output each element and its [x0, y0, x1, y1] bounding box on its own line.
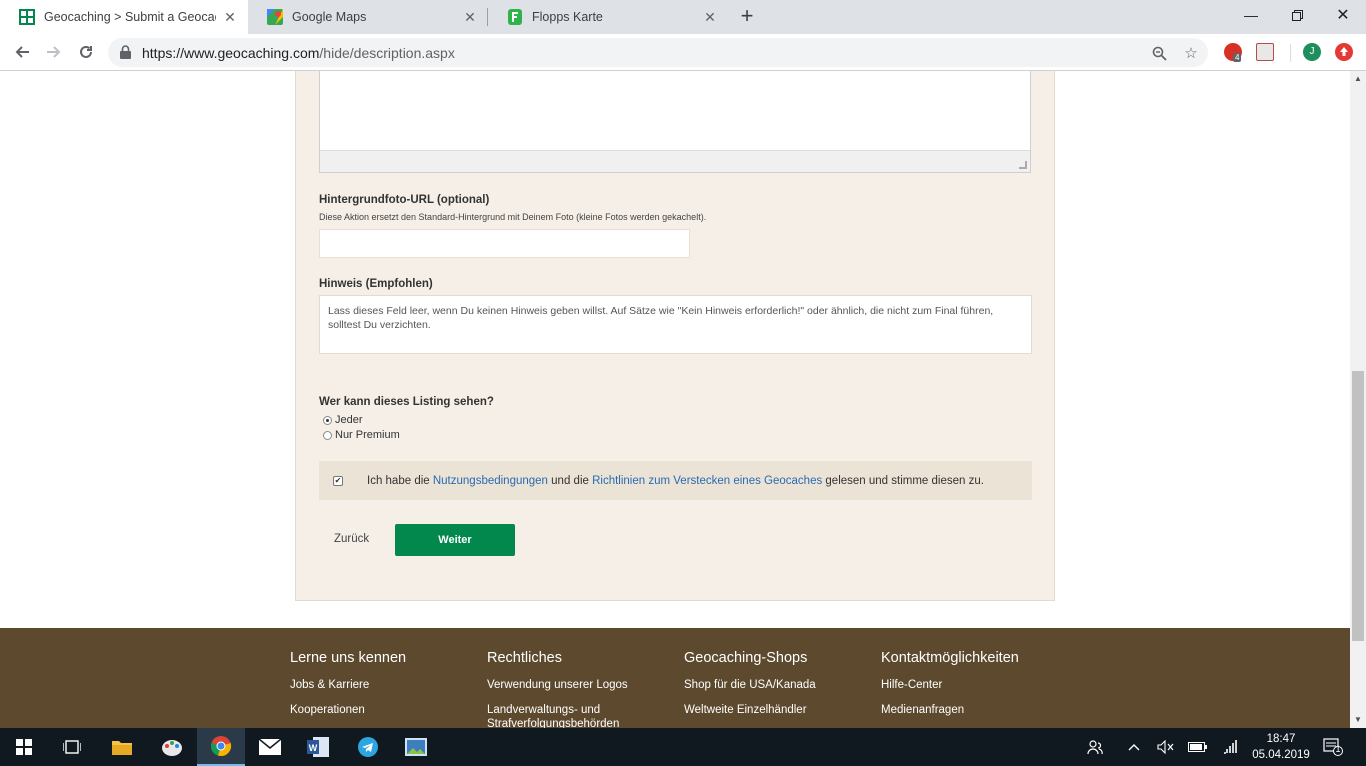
address-bar[interactable]: https://www.geocaching.com/hide/descript… — [108, 38, 1208, 67]
clock-time: 18:47 — [1266, 733, 1296, 745]
footer-link[interactable]: Shop für die USA/Kanada — [684, 678, 844, 692]
reload-icon[interactable] — [74, 40, 98, 64]
textarea-footer — [320, 150, 1030, 172]
tab-title: Google Maps — [292, 10, 367, 24]
radio-label: Jeder — [335, 414, 363, 426]
page-content: Hintergrundfoto-URL (optional) Diese Akt… — [0, 71, 1350, 728]
back-arrow-icon[interactable] — [10, 40, 34, 64]
close-icon[interactable]: ✕ — [702, 9, 718, 25]
close-icon[interactable]: ✕ — [462, 9, 478, 25]
profile-avatar[interactable]: J — [1303, 43, 1321, 61]
tab-title: Geocaching > Submit a Geocach — [44, 10, 216, 24]
footer-column-about: Lerne uns kennen Jobs & Karriere Koopera… — [290, 650, 450, 728]
footer-link[interactable]: Landverwaltungs- und Strafverfolgungsbeh… — [487, 703, 647, 728]
bookmark-star-icon[interactable]: ☆ — [1181, 43, 1201, 63]
word-icon[interactable]: W — [294, 728, 342, 766]
footer-link[interactable]: Medienanfragen — [881, 703, 1041, 717]
site-footer: Lerne uns kennen Jobs & Karriere Koopera… — [0, 628, 1350, 728]
scroll-down-icon[interactable]: ▼ — [1350, 712, 1366, 728]
paint-icon[interactable] — [148, 728, 196, 766]
extension-badge: 4 — [1233, 53, 1242, 62]
hint-label: Hinweis (Empfohlen) — [319, 278, 433, 290]
zoom-icon[interactable] — [1149, 43, 1169, 63]
photos-icon[interactable] — [392, 728, 440, 766]
next-button[interactable]: Weiter — [395, 524, 515, 556]
footer-column-legal: Rechtliches Verwendung unserer Logos Lan… — [487, 650, 647, 728]
clock-date: 05.04.2019 — [1252, 749, 1310, 761]
taskbar-clock[interactable]: 18:47 05.04.2019 — [1248, 731, 1314, 763]
windows-taskbar: W 18:47 05.04.2019 1 — [0, 728, 1366, 766]
pdf-extension-icon[interactable] — [1256, 43, 1274, 61]
new-tab-icon[interactable]: + — [737, 5, 757, 27]
mail-icon[interactable] — [246, 728, 294, 766]
radio-label: Nur Premium — [335, 429, 400, 441]
tab-strip: Geocaching > Submit a Geocach ✕ Google M… — [0, 0, 1366, 34]
chevron-up-icon[interactable] — [1124, 737, 1144, 757]
notification-center-icon[interactable]: 1 — [1323, 737, 1343, 757]
update-icon[interactable] — [1335, 43, 1353, 61]
flopps-icon — [508, 9, 522, 25]
geocaching-icon — [19, 9, 35, 25]
google-maps-icon — [267, 9, 283, 25]
footer-heading: Rechtliches — [487, 650, 562, 666]
footer-column-contact: Kontaktmöglichkeiten Hilfe-Center Medien… — [881, 650, 1041, 728]
description-textarea[interactable] — [319, 71, 1031, 173]
footer-heading: Kontaktmöglichkeiten — [881, 650, 1019, 666]
forward-arrow-icon[interactable] — [42, 40, 66, 64]
volume-muted-icon[interactable] — [1156, 737, 1176, 757]
background-url-label: Hintergrundfoto-URL (optional) — [319, 194, 490, 206]
url-text: https://www.geocaching.com/hide/descript… — [142, 45, 455, 61]
footer-link[interactable]: Kooperationen — [290, 703, 450, 717]
terms-text: Ich habe die Nutzungsbedingungen und die… — [367, 474, 984, 487]
lock-icon — [120, 45, 131, 59]
close-icon[interactable]: ✕ — [222, 9, 238, 25]
tab-title: Flopps Karte — [532, 10, 603, 24]
minimize-icon[interactable]: — — [1228, 0, 1274, 30]
footer-column-shops: Geocaching-Shops Shop für die USA/Kanada… — [684, 650, 844, 728]
radio-option-everyone[interactable]: Jeder — [323, 414, 363, 426]
footer-link[interactable]: Verwendung unserer Logos — [487, 678, 647, 692]
browser-toolbar: https://www.geocaching.com/hide/descript… — [0, 34, 1366, 71]
visibility-label: Wer kann dieses Listing sehen? — [319, 396, 494, 408]
scrollbar-thumb[interactable] — [1352, 371, 1364, 641]
svg-text:W: W — [309, 743, 318, 753]
windows-start-icon[interactable] — [0, 728, 48, 766]
page-scrollbar[interactable]: ▲ ▼ — [1350, 71, 1366, 728]
wifi-icon[interactable] — [1220, 737, 1240, 757]
footer-heading: Lerne uns kennen — [290, 650, 407, 666]
terms-row: ✔ Ich habe die Nutzungsbedingungen und d… — [319, 461, 1032, 500]
form-panel: Hintergrundfoto-URL (optional) Diese Akt… — [295, 71, 1055, 601]
telegram-icon[interactable] — [344, 728, 392, 766]
radio-option-premium[interactable]: Nur Premium — [323, 429, 400, 441]
notification-count: 1 — [1335, 744, 1341, 754]
adblock-extension-icon[interactable]: 4 — [1224, 43, 1242, 62]
window-close-icon[interactable]: ✕ — [1320, 0, 1366, 30]
hint-textarea[interactable]: Lass dieses Feld leer, wenn Du keinen Hi… — [319, 295, 1032, 354]
task-view-icon[interactable] — [48, 728, 96, 766]
tab-geocaching[interactable]: Geocaching > Submit a Geocach ✕ — [0, 0, 248, 34]
footer-link[interactable]: Hilfe-Center — [881, 678, 1041, 692]
background-url-hint: Diese Aktion ersetzt den Standard-Hinter… — [319, 212, 707, 222]
terms-of-use-link[interactable]: Nutzungsbedingungen — [433, 475, 548, 487]
tab-flopps[interactable]: Flopps Karte ✕ — [488, 0, 728, 34]
hiding-guidelines-link[interactable]: Richtlinien zum Verstecken eines Geocach… — [592, 475, 822, 487]
resize-grip-icon[interactable] — [1019, 161, 1027, 169]
toolbar-divider — [1290, 44, 1291, 62]
people-icon[interactable] — [1085, 737, 1105, 757]
restore-icon[interactable] — [1274, 0, 1320, 30]
radio-button[interactable] — [323, 415, 332, 425]
terms-checkbox[interactable]: ✔ — [333, 475, 343, 486]
back-button[interactable]: Zurück — [334, 533, 369, 545]
footer-heading: Geocaching-Shops — [684, 650, 808, 666]
file-explorer-icon[interactable] — [98, 728, 146, 766]
tab-google-maps[interactable]: Google Maps ✕ — [248, 0, 488, 34]
radio-button[interactable] — [323, 430, 332, 440]
footer-link[interactable]: Jobs & Karriere — [290, 678, 450, 692]
background-url-input[interactable] — [319, 229, 690, 258]
battery-icon[interactable] — [1188, 737, 1208, 757]
scroll-up-icon[interactable]: ▲ — [1350, 71, 1366, 87]
chrome-taskbar-icon[interactable] — [197, 728, 245, 766]
footer-link[interactable]: Weltweite Einzelhändler — [684, 703, 844, 717]
